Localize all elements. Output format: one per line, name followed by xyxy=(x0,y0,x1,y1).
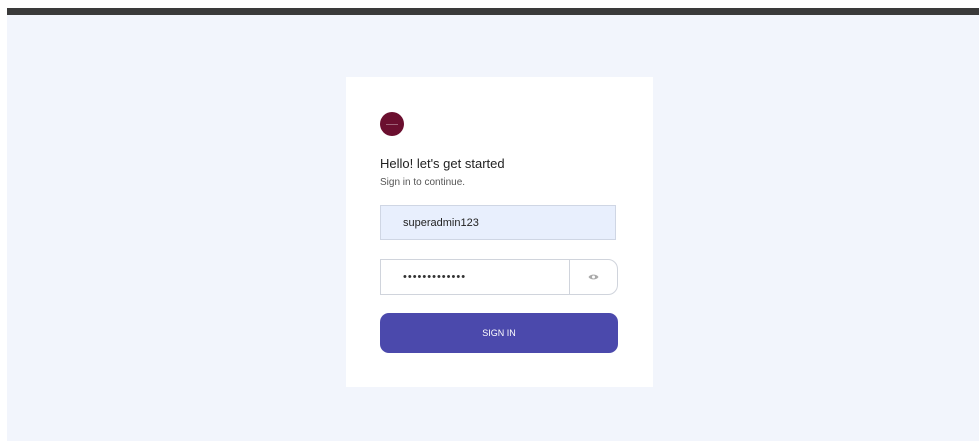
username-field[interactable] xyxy=(380,205,616,240)
password-group xyxy=(380,259,618,295)
login-card: Hello! let's get started Sign in to cont… xyxy=(346,77,653,387)
top-bar xyxy=(7,8,979,15)
eye-icon xyxy=(588,268,599,286)
brand-logo xyxy=(380,112,404,136)
page-subtitle: Sign in to continue. xyxy=(380,177,466,188)
password-field[interactable] xyxy=(380,259,569,295)
page-title: Hello! let's get started xyxy=(380,156,505,171)
sign-in-button[interactable]: SIGN IN xyxy=(380,313,618,353)
show-password-button[interactable] xyxy=(569,259,618,295)
